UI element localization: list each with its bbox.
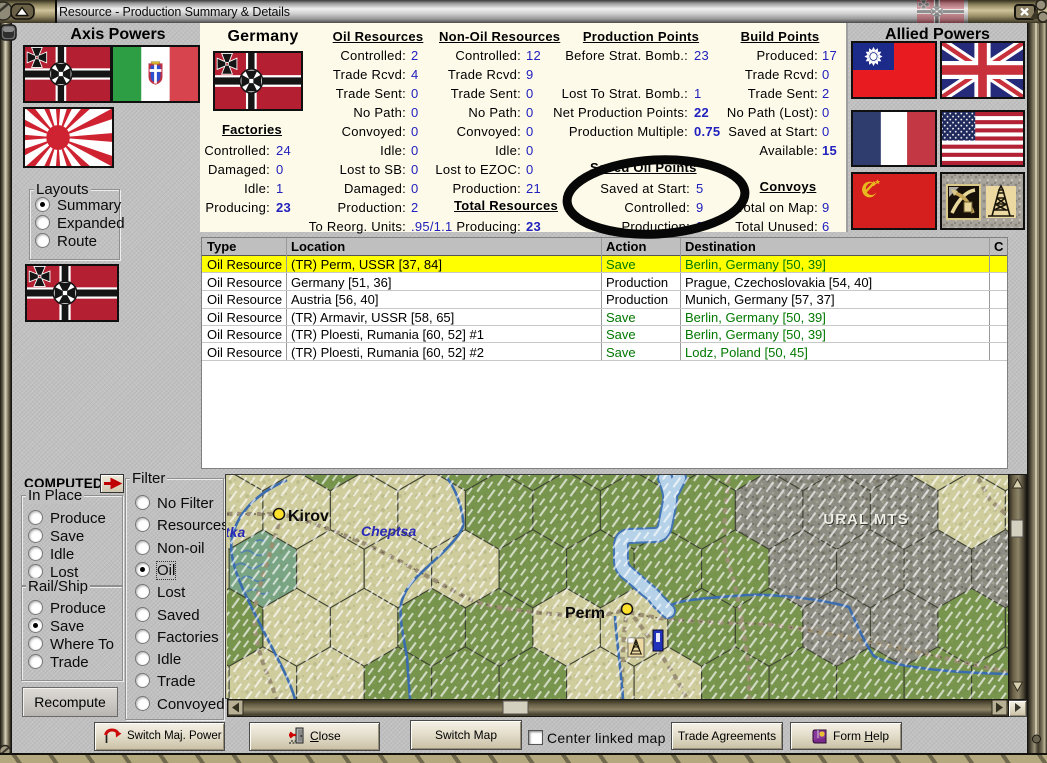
- svg-text:Cheptsa: Cheptsa: [361, 523, 416, 539]
- svg-text:tka: tka: [227, 524, 245, 540]
- svg-text:Perm: Perm: [565, 605, 605, 622]
- svg-text:URAL MTS: URAL MTS: [823, 511, 908, 528]
- svg-text:Kirov: Kirov: [288, 508, 329, 525]
